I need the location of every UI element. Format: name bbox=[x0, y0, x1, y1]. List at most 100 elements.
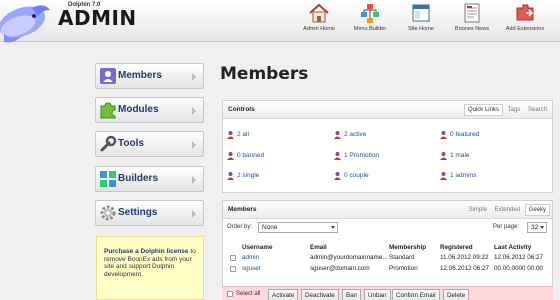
tab-tags[interactable]: Tags bbox=[505, 105, 524, 115]
per-page-select[interactable]: 32 bbox=[527, 222, 547, 233]
members-icon bbox=[334, 152, 341, 160]
quick-link-label: 2 single bbox=[237, 172, 260, 180]
sidebar-item-label: Builders bbox=[118, 173, 159, 184]
page-title: Members bbox=[220, 64, 309, 84]
quick-link-all[interactable]: 2 all bbox=[226, 130, 249, 139]
quick-link-label: 0 couple bbox=[344, 172, 369, 180]
chevron-right-icon bbox=[192, 176, 196, 184]
topnav-menu-builder[interactable]: Menu Builder bbox=[342, 2, 398, 40]
tab-simple[interactable]: Simple bbox=[466, 205, 490, 215]
house-icon bbox=[309, 3, 329, 23]
topnav-site-home[interactable]: Site Home bbox=[393, 2, 449, 40]
controls-panel-header: Controls Quick Links Tags Search bbox=[223, 101, 552, 119]
sidebar-item-label: Settings bbox=[118, 207, 158, 218]
header: Dolphin 7.0 ADMIN Admin Home Menu Builde… bbox=[0, 0, 560, 43]
dolphin-logo-icon[interactable] bbox=[0, 0, 52, 46]
topnav-label: Boonex News bbox=[455, 26, 489, 32]
quick-link-admins[interactable]: 1 admins bbox=[439, 171, 476, 180]
gear-icon bbox=[100, 205, 116, 221]
members-icon bbox=[440, 152, 447, 160]
quick-link-label: 1 admins bbox=[450, 172, 477, 180]
tab-extended[interactable]: Extended bbox=[492, 205, 523, 215]
select-all-label[interactable]: Select all bbox=[236, 291, 260, 297]
tab-search[interactable]: Search bbox=[525, 105, 550, 115]
registered-cell: 12.06.2012 06:27 bbox=[440, 265, 490, 272]
topnav-boonex-news[interactable]: Boonex News bbox=[444, 2, 500, 40]
email-cell: admin@yourdomainname... bbox=[310, 254, 388, 261]
sidebar-item-tools[interactable]: Tools bbox=[95, 131, 204, 157]
quick-link-male[interactable]: 1 male bbox=[439, 151, 470, 160]
unban-button[interactable]: Unban bbox=[364, 289, 391, 300]
sidebar-item-label: Tools bbox=[118, 138, 144, 149]
menu-builder-icon bbox=[361, 4, 379, 23]
quick-link-label: 2 active bbox=[344, 131, 367, 139]
column-header-email[interactable]: Email bbox=[310, 244, 327, 251]
quick-link-single[interactable]: 2 single bbox=[226, 171, 259, 180]
select-all-checkbox[interactable] bbox=[227, 291, 233, 297]
column-header-username[interactable]: Username bbox=[242, 244, 272, 251]
promo-link[interactable]: Purchase a Dolphin license bbox=[104, 248, 189, 255]
license-promo: Purchase a Dolphin license to remove Boo… bbox=[96, 236, 204, 300]
order-by-label: Order by: bbox=[227, 224, 253, 230]
topnav-label: Add Extensions bbox=[505, 26, 545, 32]
builders-icon bbox=[100, 171, 116, 187]
sidebar-item-builders[interactable]: Builders bbox=[95, 166, 204, 192]
chevron-right-icon bbox=[192, 73, 196, 81]
topnav-add-extensions[interactable]: Add Extensions bbox=[497, 2, 553, 40]
admin-page: Dolphin 7.0 ADMIN Admin Home Menu Builde… bbox=[0, 0, 560, 300]
quick-link-label: 1 Promotion bbox=[344, 152, 380, 160]
tab-geeky[interactable]: Geeky bbox=[524, 204, 550, 216]
members-icon bbox=[227, 131, 234, 139]
topnav-label: Site Home bbox=[408, 26, 434, 32]
members-panel-header: Members Simple Extended Geeky bbox=[223, 201, 552, 219]
username-link[interactable]: sguser bbox=[242, 265, 261, 272]
members-icon bbox=[227, 152, 234, 160]
controls-title: Controls bbox=[228, 106, 255, 113]
membership-cell: Standard bbox=[389, 254, 415, 261]
chevron-right-icon bbox=[192, 141, 196, 149]
extensions-icon bbox=[516, 4, 534, 21]
members-icon bbox=[334, 172, 341, 180]
quick-link-label: 2 all bbox=[237, 131, 249, 139]
quick-link-couple[interactable]: 0 couple bbox=[333, 171, 369, 180]
ban-button[interactable]: Ban bbox=[342, 289, 362, 300]
members-view-tabs: Simple Extended Geeky bbox=[466, 204, 550, 216]
row-checkbox[interactable] bbox=[230, 266, 236, 272]
order-by-select[interactable]: None bbox=[258, 222, 338, 233]
chevron-down-icon bbox=[540, 226, 544, 229]
row-checkbox[interactable] bbox=[230, 255, 236, 261]
membership-cell: Promotion bbox=[389, 265, 418, 272]
delete-button[interactable]: Delete bbox=[443, 289, 470, 300]
registered-cell: 11.06.2012 09:22 bbox=[440, 254, 489, 261]
topnav-label: Admin Home bbox=[303, 26, 335, 32]
per-page-value: 32 bbox=[531, 224, 539, 231]
deactivate-button[interactable]: Deactivate bbox=[301, 289, 339, 300]
quick-link-promotion[interactable]: 1 Promotion bbox=[333, 151, 379, 160]
sidebar-item-settings[interactable]: Settings bbox=[95, 200, 204, 226]
sidebar-item-label: Members bbox=[118, 70, 162, 81]
chevron-right-icon bbox=[192, 107, 196, 115]
activate-button[interactable]: Activate bbox=[268, 289, 299, 300]
per-page-label: Per page: bbox=[493, 224, 520, 230]
last-activity-cell: 00.00.0000 00:00 bbox=[494, 265, 544, 272]
sidebar-item-modules[interactable]: Modules bbox=[95, 97, 204, 123]
username-link[interactable]: admin bbox=[242, 254, 259, 261]
quick-link-banned[interactable]: 0 banned bbox=[226, 151, 264, 160]
topnav-admin-home[interactable]: Admin Home bbox=[291, 2, 347, 40]
quick-link-label: 1 male bbox=[450, 152, 470, 160]
column-header-membership[interactable]: Membership bbox=[389, 244, 426, 251]
confirm-email-button[interactable]: Confirm Email bbox=[392, 289, 440, 300]
order-by-value: None bbox=[262, 224, 278, 231]
controls-panel: Controls Quick Links Tags Search bbox=[222, 100, 553, 193]
column-header-last-activity[interactable]: Last Activity bbox=[494, 244, 531, 251]
topnav-label: Menu Builder bbox=[353, 26, 387, 32]
email-cell: sguser@domain.com bbox=[310, 265, 370, 272]
quick-link-featured[interactable]: 0 featured bbox=[439, 130, 479, 139]
quick-link-label: 0 featured bbox=[450, 131, 480, 139]
column-header-registered[interactable]: Registered bbox=[440, 244, 473, 251]
sidebar-item-members[interactable]: Members bbox=[95, 63, 204, 89]
admin-title[interactable]: ADMIN bbox=[58, 6, 137, 30]
chevron-down-icon bbox=[331, 226, 335, 229]
quick-link-active[interactable]: 2 active bbox=[333, 130, 366, 139]
tab-quick-links[interactable]: Quick Links bbox=[463, 104, 503, 116]
